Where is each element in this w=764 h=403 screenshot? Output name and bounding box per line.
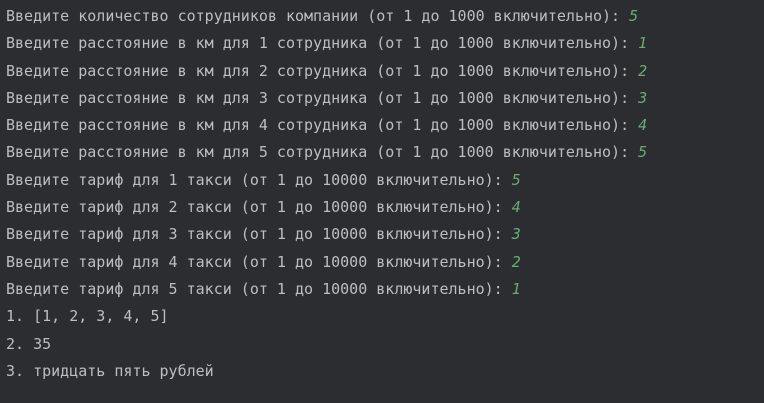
user-input: 3 [511, 225, 521, 244]
user-input: 4 [511, 198, 521, 217]
prompt-line-distance-1: Введите расстояние в км для 1 сотрудника… [6, 30, 764, 57]
prompt-text: Введите расстояние в км для 3 сотрудника… [6, 88, 639, 107]
user-input: 2 [638, 61, 648, 80]
result-line-3: 3. тридцать пять рублей [6, 361, 214, 380]
prompt-line-employee-count: Введите количество сотрудников компании … [6, 3, 764, 30]
prompt-text: Введите расстояние в км для 1 сотрудника… [6, 34, 639, 53]
prompt-line-distance-3: Введите расстояние в км для 3 сотрудника… [6, 85, 764, 112]
user-input: 2 [511, 252, 521, 271]
result-line-2: 2. 35 [6, 334, 52, 353]
user-input: 5 [629, 7, 639, 25]
prompt-line-tariff-2: Введите тариф для 2 такси (от 1 до 10000… [6, 194, 764, 221]
prompt-line-distance-2: Введите расстояние в км для 2 сотрудника… [6, 58, 764, 85]
prompt-text: Введите расстояние в км для 2 сотрудника… [6, 61, 639, 80]
prompt-line-tariff-4: Введите тариф для 4 такси (от 1 до 10000… [6, 249, 764, 276]
user-input: 1 [511, 279, 521, 298]
user-input: 4 [638, 116, 648, 135]
prompt-line-tariff-5: Введите тариф для 5 такси (от 1 до 10000… [6, 276, 764, 303]
prompt-text: Введите тариф для 5 такси (от 1 до 10000… [6, 279, 512, 298]
console-output[interactable]: Введите количество сотрудников компании … [0, 0, 764, 403]
prompt-text: Введите тариф для 1 такси (от 1 до 10000… [6, 170, 512, 189]
prompt-line-distance-4: Введите расстояние в км для 4 сотрудника… [6, 112, 764, 139]
prompt-text: Введите расстояние в км для 4 сотрудника… [6, 116, 639, 135]
prompt-text: Введите тариф для 2 такси (от 1 до 10000… [6, 198, 512, 217]
prompt-line-tariff-1: Введите тариф для 1 такси (от 1 до 10000… [6, 167, 764, 194]
prompt-line-distance-5: Введите расстояние в км для 5 сотрудника… [6, 139, 764, 166]
user-input: 5 [511, 170, 521, 189]
prompt-text: Введите расстояние в км для 5 сотрудника… [6, 143, 639, 162]
result-line-1: 1. [1, 2, 3, 4, 5] [6, 307, 169, 326]
prompt-text: Введите количество сотрудников компании … [6, 7, 630, 25]
user-input: 5 [638, 143, 648, 162]
prompt-line-tariff-3: Введите тариф для 3 такси (от 1 до 10000… [6, 221, 764, 248]
prompt-text: Введите тариф для 3 такси (от 1 до 10000… [6, 225, 512, 244]
user-input: 1 [638, 34, 648, 53]
prompt-text: Введите тариф для 4 такси (от 1 до 10000… [6, 252, 512, 271]
user-input: 3 [638, 88, 648, 107]
